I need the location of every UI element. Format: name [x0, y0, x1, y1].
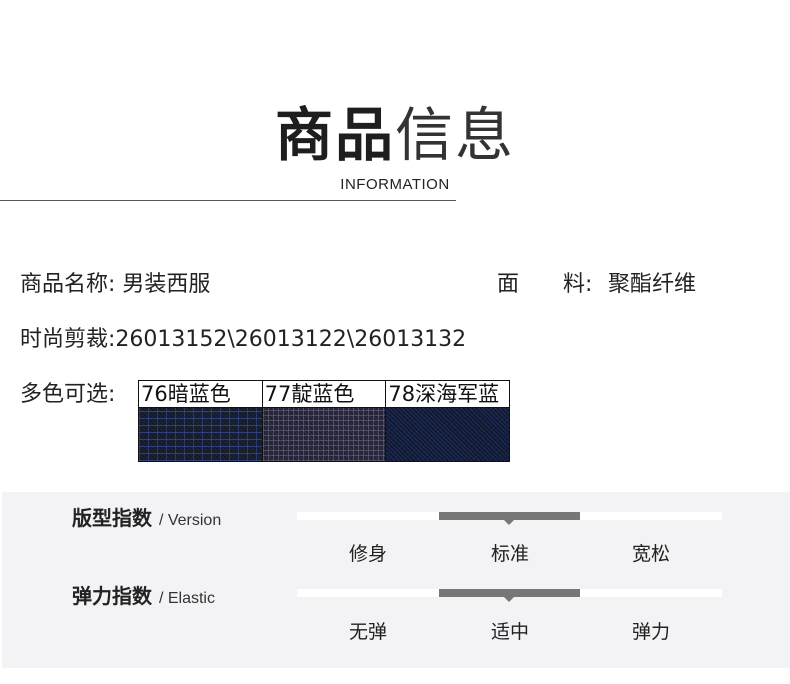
- material-label: 面 料:: [497, 271, 592, 299]
- cut-field: 时尚剪裁:26013152\26013122\26013132: [20, 326, 466, 354]
- elastic-index-track: [297, 589, 722, 602]
- version-index-marker: [438, 512, 581, 525]
- elastic-index-title-cn: 弹力指数: [72, 584, 152, 608]
- colors-label: 多色可选:: [20, 382, 116, 407]
- version-index-title: 版型指数 / Version: [72, 502, 221, 531]
- product-name-value: 男装西服: [122, 272, 211, 297]
- color-option-77[interactable]: 77靛蓝色: [261, 381, 386, 461]
- elastic-option-stretch: 弹力: [631, 621, 670, 643]
- color-option-label: 78深海军蓝: [386, 381, 510, 408]
- elastic-option-none: 无弹: [348, 621, 387, 643]
- elastic-index-title: 弹力指数 / Elastic: [72, 580, 215, 609]
- color-swatches: 76暗蓝色 77靛蓝色 78深海军蓝: [138, 380, 510, 462]
- version-index-track: [297, 512, 722, 525]
- version-index-title-en: / Version: [158, 512, 222, 529]
- color-option-label: 77靛蓝色: [262, 381, 386, 408]
- elastic-index-marker: [438, 589, 581, 602]
- version-option-slim: 修身: [348, 543, 387, 565]
- version-index-title-cn: 版型指数: [72, 506, 152, 530]
- cut-value: 26013152\26013122\26013132: [115, 327, 467, 352]
- elastic-index-title-en: / Elastic: [158, 590, 215, 607]
- color-option-label: 76暗蓝色: [139, 381, 262, 408]
- page-title-light: 信息: [395, 101, 516, 169]
- title-divider: [0, 200, 456, 201]
- page-subtitle: INFORMATION: [340, 176, 450, 193]
- material-value: 聚酯纤维: [608, 272, 697, 297]
- product-name-label: 商品名称:: [20, 272, 116, 297]
- product-name-field: 商品名称: 男装西服: [20, 271, 210, 299]
- page-title-bold: 商品: [274, 101, 395, 169]
- color-option-78[interactable]: 78深海军蓝: [385, 381, 510, 461]
- elastic-option-moderate: 适中: [490, 621, 529, 643]
- fabric-swatch-image: [139, 408, 262, 461]
- material-label-a: 面: [497, 272, 520, 297]
- color-option-76[interactable]: 76暗蓝色: [139, 381, 262, 461]
- version-option-standard: 标准: [490, 543, 529, 565]
- page-title: 商品信息: [0, 100, 790, 170]
- fabric-swatch-image: [262, 408, 386, 461]
- material-label-b: 料:: [563, 272, 593, 297]
- fabric-swatch-image: [386, 408, 510, 461]
- version-option-loose: 宽松: [631, 543, 670, 565]
- cut-label: 时尚剪裁:: [20, 327, 116, 352]
